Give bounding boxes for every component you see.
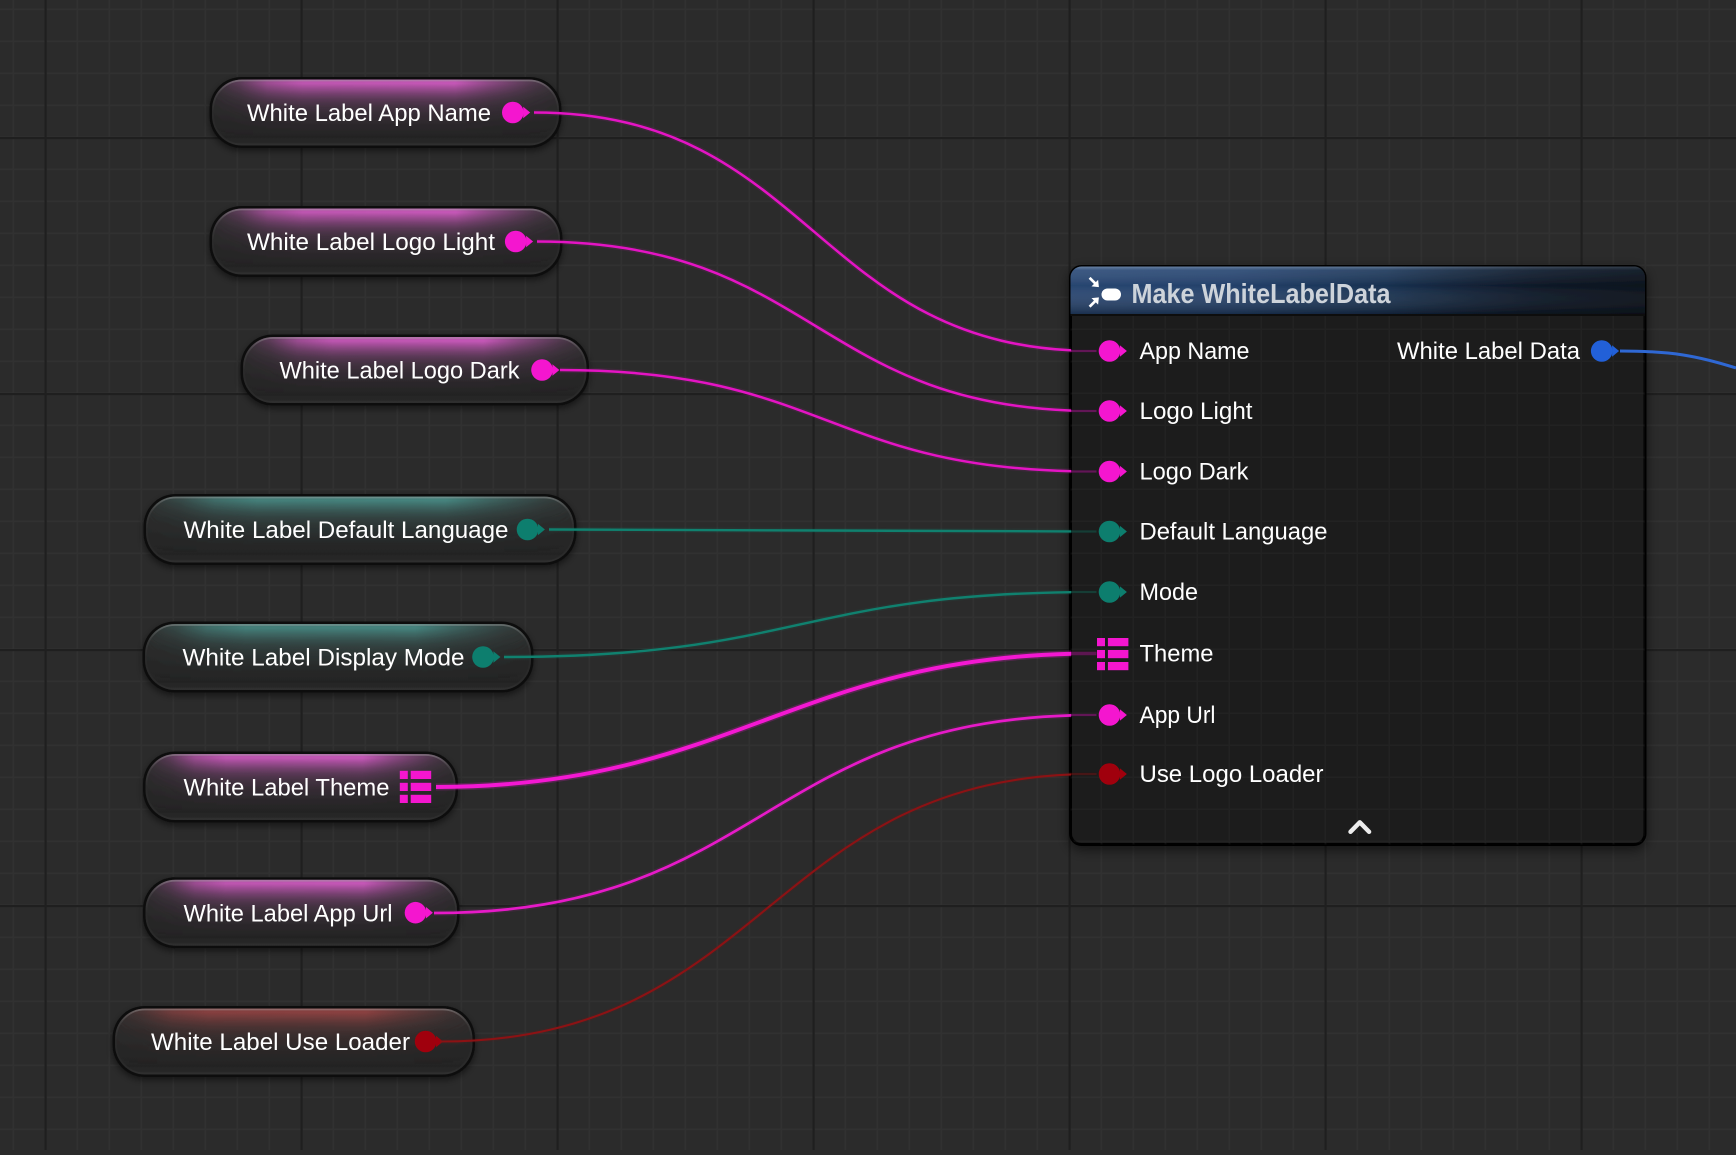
- svg-text:White Label Display Mode: White Label Display Mode: [183, 645, 465, 672]
- svg-text:White Label App Name: White Label App Name: [247, 100, 491, 127]
- svg-text:White Label Data: White Label Data: [1397, 338, 1580, 365]
- svg-text:Mode: Mode: [1140, 579, 1199, 606]
- svg-text:Logo Dark: Logo Dark: [1140, 458, 1250, 485]
- svg-text:White Label Default Language: White Label Default Language: [184, 517, 509, 544]
- svg-text:White Label Logo Light: White Label Logo Light: [247, 229, 495, 256]
- svg-text:App Url: App Url: [1140, 702, 1216, 729]
- svg-text:Use Logo Loader: Use Logo Loader: [1140, 761, 1324, 788]
- svg-text:White Label App Url: White Label App Url: [184, 900, 393, 927]
- svg-text:White Label Logo Dark: White Label Logo Dark: [280, 358, 521, 385]
- svg-text:Make WhiteLabelData: Make WhiteLabelData: [1132, 278, 1391, 309]
- svg-text:White Label Theme: White Label Theme: [184, 775, 390, 802]
- svg-text:App Name: App Name: [1140, 338, 1250, 365]
- svg-text:Logo Light: Logo Light: [1140, 398, 1253, 425]
- svg-text:Default Language: Default Language: [1140, 518, 1328, 545]
- svg-text:White Label Use Loader: White Label Use Loader: [151, 1029, 410, 1056]
- svg-text:Theme: Theme: [1140, 640, 1214, 667]
